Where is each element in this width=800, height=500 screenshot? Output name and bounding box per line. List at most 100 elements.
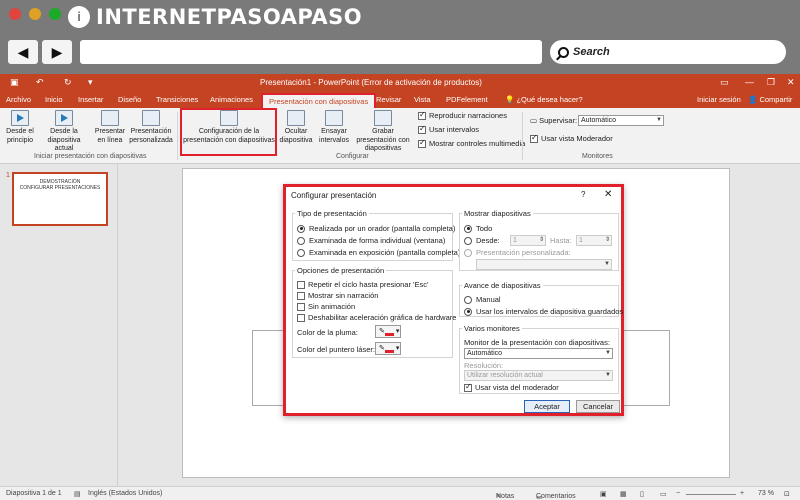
cancel-button[interactable]: Cancelar xyxy=(576,400,620,413)
to-field[interactable]: 1 ⇕ xyxy=(576,235,612,246)
search-input[interactable]: Search xyxy=(550,40,786,64)
manual-label: Manual xyxy=(476,295,501,304)
sorter-view-icon[interactable]: ▦ xyxy=(620,490,627,498)
manual-radio[interactable]: Manual xyxy=(464,295,501,304)
show-from-radio[interactable]: Desde: xyxy=(464,236,500,245)
tab-pdfelement[interactable]: PDFelement xyxy=(446,95,488,104)
thumbnail-subtitle: CONFIGURAR PRESENTACIONES xyxy=(19,185,101,191)
rehearse-button[interactable]: Ensayar intervalos xyxy=(318,110,350,145)
show-from-label: Desde: xyxy=(476,236,500,245)
slideshow-view-icon[interactable]: ▭ xyxy=(660,490,667,498)
tab-insertar[interactable]: Insertar xyxy=(78,95,103,104)
customize-toolbar-icon[interactable]: ▾ xyxy=(88,77,93,88)
radio-icon xyxy=(464,236,472,245)
undo-icon[interactable]: ↶ xyxy=(36,77,44,88)
checkbox-icon xyxy=(418,124,426,134)
no-narration-check[interactable]: Mostrar sin narración xyxy=(297,291,378,300)
disable-hw-check[interactable]: Deshabilitar aceleración gráfica de hard… xyxy=(297,313,456,322)
monitor-select[interactable]: Automático ▼ xyxy=(578,115,664,126)
resolution-label: Resolución: xyxy=(464,361,504,370)
ribbon-divider xyxy=(177,112,178,160)
use-saved-timings-radio[interactable]: Usar los intervalos de diapositiva guard… xyxy=(464,307,623,316)
tab-animaciones[interactable]: Animaciones xyxy=(210,95,253,104)
restore-icon[interactable]: ❐ xyxy=(767,77,775,88)
tab-diseno[interactable]: Diseño xyxy=(118,95,141,104)
maximize-window-icon[interactable] xyxy=(49,8,61,20)
sign-in-link[interactable]: Iniciar sesión xyxy=(697,95,741,104)
spinner-icon: ⇕ xyxy=(604,237,610,243)
custom-show-select[interactable]: ▼ xyxy=(476,259,612,270)
tab-revisar[interactable]: Revisar xyxy=(376,95,401,104)
laser-color-button[interactable]: ✎ ▾ xyxy=(375,342,401,355)
accept-button[interactable]: Aceptar xyxy=(524,400,570,413)
slide-thumbnail[interactable]: DEMOSTRACIÓN CONFIGURAR PRESENTACIONES xyxy=(12,172,108,226)
no-animation-check[interactable]: Sin animación xyxy=(297,302,355,311)
minimize-window-icon[interactable] xyxy=(29,8,41,20)
monitors-group-title: Varios monitores xyxy=(462,324,522,333)
record-button[interactable]: Grabar presentación con diapositivas xyxy=(352,110,414,154)
tab-transiciones[interactable]: Transiciones xyxy=(156,95,198,104)
from-start-button[interactable]: Desde el principio xyxy=(4,110,36,145)
type-individual-radio[interactable]: Examinada de forma individual (ventana) xyxy=(297,236,445,245)
url-bar[interactable] xyxy=(80,40,542,64)
resolution-select[interactable]: Utilizar resolución actual ▼ xyxy=(464,370,613,381)
close-window-icon[interactable] xyxy=(9,8,21,20)
type-kiosk-radio[interactable]: Examinada en exposición (pantalla comple… xyxy=(297,248,460,257)
checkbox-icon xyxy=(418,138,426,148)
play-start-icon xyxy=(11,110,29,126)
site-logo[interactable]: i INTERNETPASOAPASO xyxy=(68,4,362,30)
chevron-down-icon: ▼ xyxy=(605,372,611,378)
from-current-button[interactable]: Desde la diapositiva actual xyxy=(38,110,90,154)
search-icon xyxy=(558,46,569,58)
presenter-view-check[interactable]: Usar vista Moderador xyxy=(530,133,613,143)
custom-show-label: Presentación personalizada xyxy=(129,128,173,144)
show-media-check[interactable]: Mostrar controles multimedia xyxy=(418,138,526,148)
present-online-button[interactable]: Presentar en línea xyxy=(94,110,126,145)
spellcheck-icon[interactable]: ▤ xyxy=(74,490,81,498)
hide-slide-button[interactable]: Ocultar diapositiva xyxy=(278,110,314,145)
checkbox-icon xyxy=(418,110,426,120)
use-timings-check[interactable]: Usar intervalos xyxy=(418,124,479,134)
language[interactable]: Inglés (Estados Unidos) xyxy=(88,490,162,497)
reading-view-icon[interactable]: ▯ xyxy=(640,490,644,498)
presenter-view-check[interactable]: Usar vista del moderador xyxy=(464,382,559,392)
present-online-icon xyxy=(101,110,119,126)
minimize-icon[interactable]: — xyxy=(745,77,754,87)
play-narrations-check[interactable]: Reproducir narraciones xyxy=(418,110,507,120)
type-speaker-radio[interactable]: Realizada por un orador (pantalla comple… xyxy=(297,224,455,233)
monitor-select[interactable]: Automático ▼ xyxy=(464,348,613,359)
ribbon-options-icon[interactable]: ▭ xyxy=(720,77,729,88)
zoom-out-icon[interactable]: − xyxy=(676,490,680,497)
ribbon: Desde el principio Desde la diapositiva … xyxy=(0,108,800,164)
pen-color-button[interactable]: ✎ ▾ xyxy=(375,325,401,338)
dialog-title: Configurar presentación xyxy=(291,191,377,200)
zoom-in-icon[interactable]: + xyxy=(740,490,744,497)
close-icon[interactable]: ✕ xyxy=(604,189,612,200)
group-config-label: Configurar xyxy=(336,153,369,160)
help-icon[interactable]: ? xyxy=(581,190,585,199)
custom-show-button[interactable]: Presentación personalizada xyxy=(128,110,174,145)
forward-button[interactable]: ▶ xyxy=(42,40,72,64)
normal-view-icon[interactable]: ▣ xyxy=(600,490,607,498)
zoom-level[interactable]: 73 % xyxy=(758,490,774,497)
show-all-radio[interactable]: Todo xyxy=(464,224,492,233)
redo-icon[interactable]: ↻ xyxy=(64,77,72,88)
loop-check[interactable]: Repetir el ciclo hasta presionar 'Esc' xyxy=(297,280,428,289)
type-group-title: Tipo de presentación xyxy=(295,209,369,218)
fit-slide-icon[interactable]: ⊡ xyxy=(784,490,790,498)
share-button[interactable]: 👤 Compartir xyxy=(748,95,792,104)
show-media-label: Mostrar controles multimedia xyxy=(429,139,526,148)
tab-archivo[interactable]: Archivo xyxy=(6,95,31,104)
save-icon[interactable]: ▣ xyxy=(10,77,19,88)
tab-inicio[interactable]: Inicio xyxy=(45,95,63,104)
options-group-title: Opciones de presentación xyxy=(295,266,387,275)
tell-me-search[interactable]: 💡 ¿Qué desea hacer? xyxy=(505,95,583,104)
custom-show-radio[interactable]: Presentación personalizada: xyxy=(464,248,571,257)
close-icon[interactable]: ✕ xyxy=(787,77,795,88)
chevron-down-icon: ▼ xyxy=(605,350,611,356)
from-field[interactable]: 1 ⇕ xyxy=(510,235,546,246)
tab-vista[interactable]: Vista xyxy=(414,95,431,104)
from-current-label: Desde la diapositiva actual xyxy=(47,128,81,152)
back-button[interactable]: ◀ xyxy=(8,40,38,64)
zoom-slider[interactable] xyxy=(686,494,736,495)
